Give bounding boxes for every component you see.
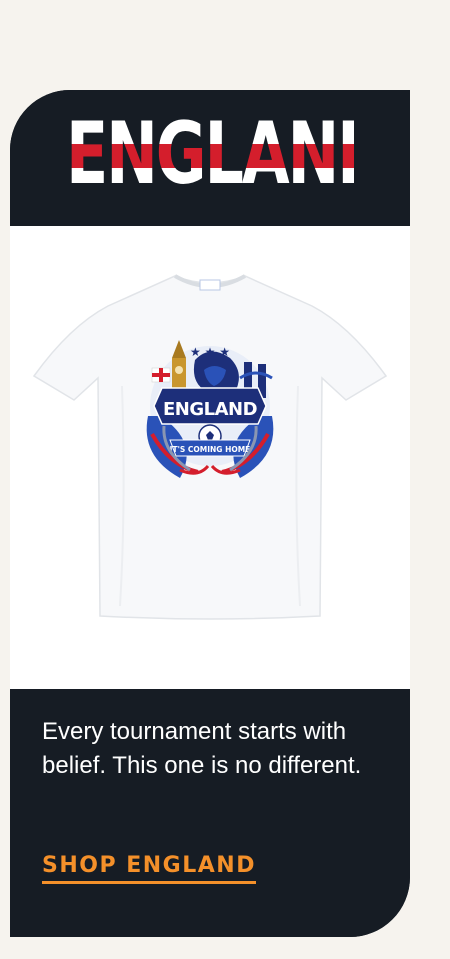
shop-england-link[interactable]: SHOP ENGLAND — [42, 852, 256, 884]
graphic-banner: IT'S COMING HOME — [170, 445, 251, 454]
england-title: ENGLAND — [66, 104, 389, 204]
promo-card: ENGLAND ★ ★ ★ — [10, 90, 410, 937]
tagline-text: Every tournament starts with belief. Thi… — [42, 718, 362, 779]
tshirt-tag — [199, 279, 221, 291]
tshirt-image[interactable]: ★ ★ ★ ENGLAND — [30, 266, 390, 626]
card-footer: Every tournament starts with belief. Thi… — [10, 689, 410, 937]
card-header: ENGLAND — [10, 90, 410, 226]
product-image-area[interactable]: ★ ★ ★ ENGLAND — [10, 226, 410, 689]
graphic-title: ENGLAND — [163, 399, 257, 420]
